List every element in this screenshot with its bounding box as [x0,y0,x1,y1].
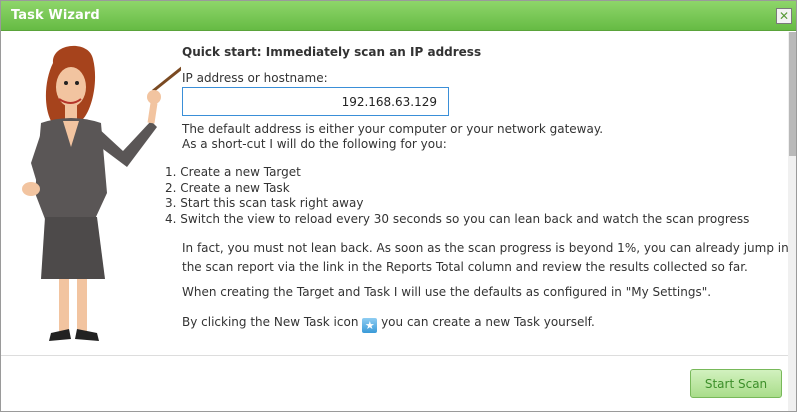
default-note-2: As a short-cut I will do the following f… [182,137,447,151]
presenter-illustration [22,45,181,341]
infact-line-2: the scan report via the link in the Repo… [182,260,748,274]
steps-list: 1. Create a new Target 2. Create a new T… [165,165,749,227]
footer-divider [1,355,788,356]
ip-address-input[interactable] [182,87,449,116]
step-item: 2. Create a new Task [165,180,290,195]
step-item: 1. Create a new Target [165,165,301,179]
dialog-title: Task Wizard [11,8,100,23]
step-item: 4. Switch the view to reload every 30 se… [165,211,750,226]
task-wizard-dialog: Task Wizard ✕ Quick start: Immediately s… [0,0,797,412]
defaults-note: When creating the Target and Task I will… [182,285,712,299]
default-note-1: The default address is either your compu… [182,122,604,136]
titlebar: Task Wizard ✕ [1,1,796,31]
start-scan-button[interactable]: Start Scan [690,369,782,398]
wizard-content: Quick start: Immediately scan an IP addr… [1,31,796,411]
close-icon[interactable]: ✕ [776,8,792,24]
quick-start-heading: Quick start: Immediately scan an IP addr… [182,45,482,59]
step-item: 3. Start this scan task right away [165,196,364,210]
ip-label: IP address or hostname: [182,71,328,85]
new-task-note: By clicking the New Task icon ★ you can … [182,315,595,333]
new-task-icon[interactable]: ★ [362,318,378,333]
scroll-thumb[interactable] [789,32,796,156]
infact-line-1: In fact, you must not lean back. As soon… [182,241,797,255]
scrollbar[interactable] [788,32,796,411]
